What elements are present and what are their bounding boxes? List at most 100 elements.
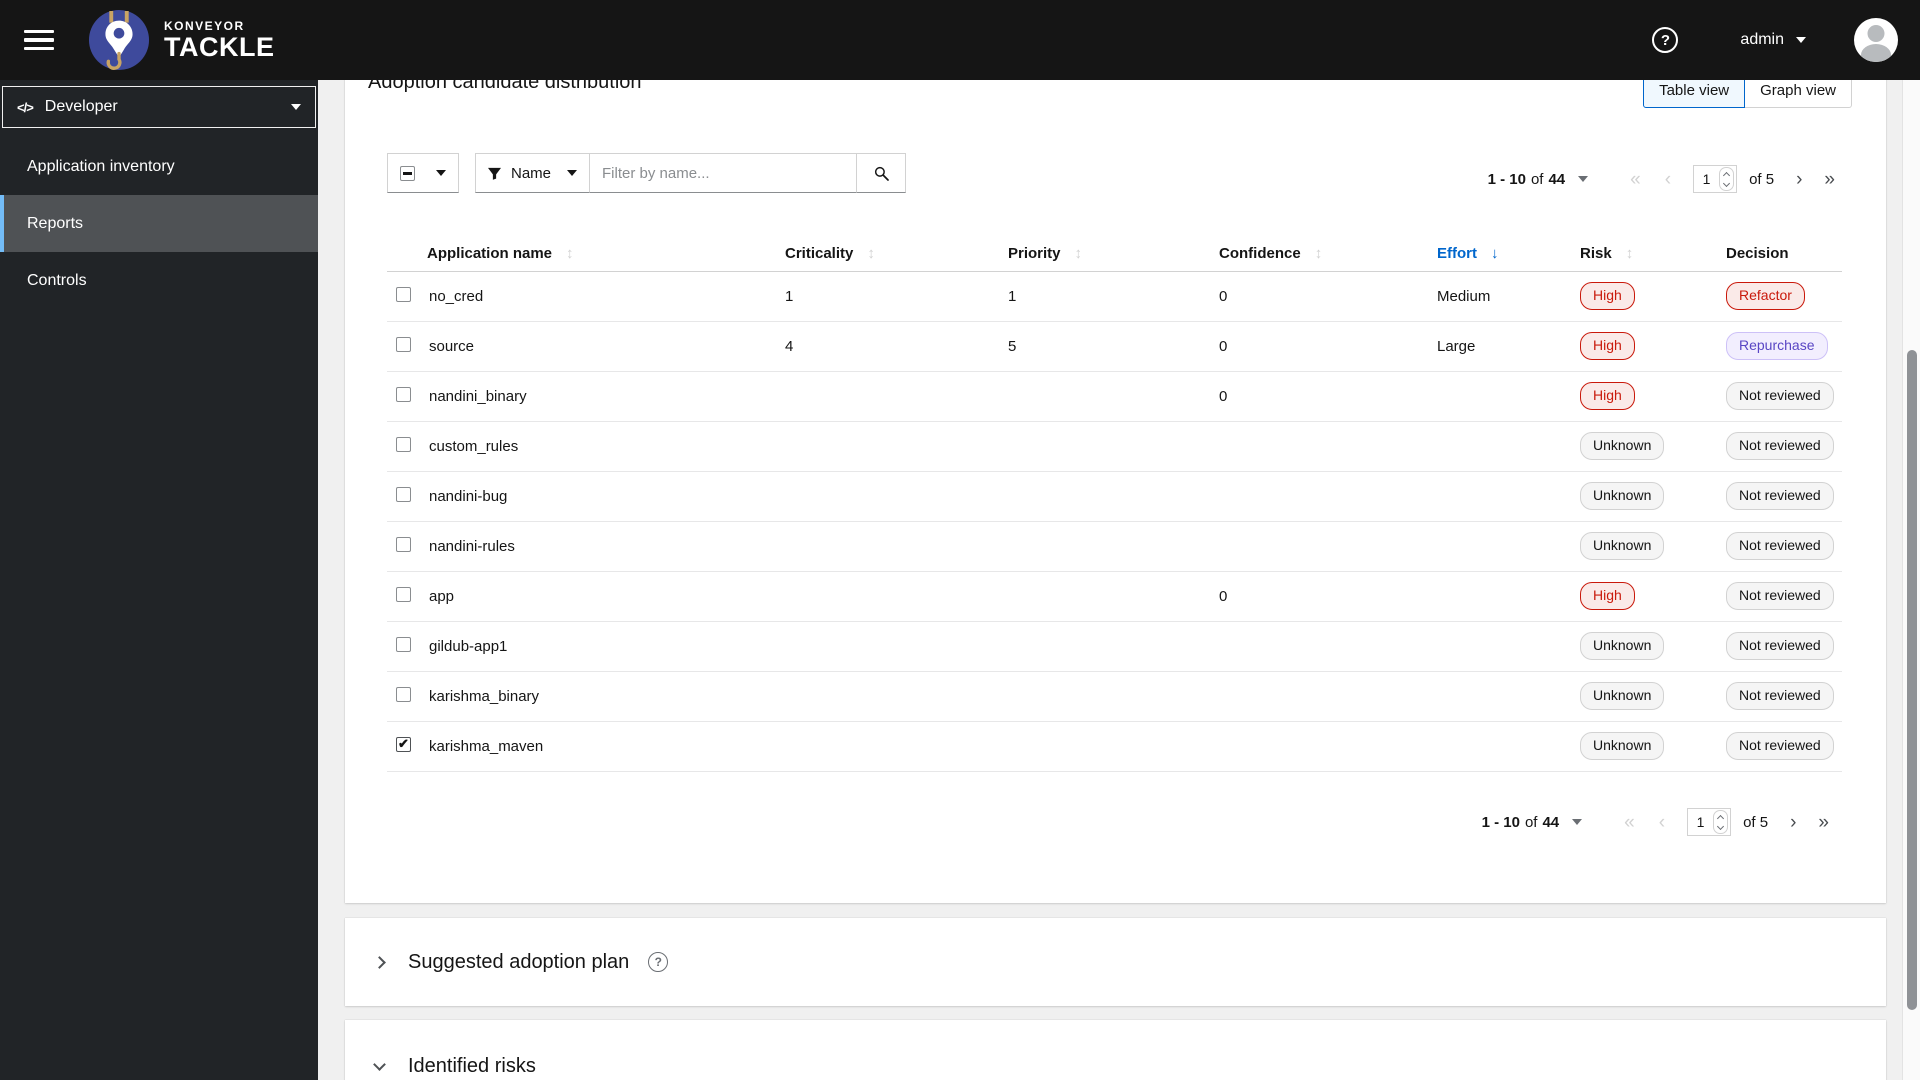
table-row: karishma_maven Unknown Not reviewed	[387, 721, 1842, 772]
table-header-row: Application name ↕ Criticality ↕ Priority ↕ Co…	[387, 237, 1842, 272]
chevron-down-icon[interactable]	[373, 1057, 386, 1071]
cell-effort	[1433, 421, 1576, 472]
row-checkbox[interactable]	[396, 386, 411, 402]
pagination-of-word: of	[1524, 813, 1538, 831]
risk-cell: High	[1576, 571, 1722, 622]
column-header-criticality[interactable]: Criticality ↕	[781, 237, 1004, 272]
first-page-button[interactable]: «	[1624, 813, 1635, 832]
row-checkbox[interactable]	[396, 436, 411, 452]
header-checkbox-cell	[387, 237, 423, 272]
decision-badge: Not reviewed	[1726, 632, 1834, 660]
pagination-range: 1 - 10	[1487, 170, 1526, 188]
next-page-button[interactable]: ›	[1790, 813, 1796, 832]
brand-top-text: KONVEYOR	[164, 18, 245, 33]
page-number-input[interactable]: 1	[1693, 165, 1738, 193]
pagination-range-menu[interactable]: 1 - 10 of 44	[1488, 171, 1589, 188]
sort-icon[interactable]: ↕	[1626, 245, 1634, 262]
sort-icon[interactable]: ↕	[566, 245, 574, 262]
user-menu-dropdown[interactable]: admin	[1740, 31, 1806, 49]
risk-badge: Unknown	[1580, 682, 1665, 710]
cell-effort	[1433, 571, 1576, 622]
cell-confidence	[1215, 671, 1433, 722]
chevron-down-icon	[436, 170, 446, 176]
column-header-application-name[interactable]: Application name ↕	[423, 237, 781, 272]
sort-icon[interactable]: ↕	[867, 245, 875, 262]
first-page-button[interactable]: «	[1630, 170, 1641, 189]
bulk-select-checkbox[interactable]	[400, 165, 415, 181]
column-header-priority[interactable]: Priority ↕	[1004, 237, 1215, 272]
cell-criticality	[781, 721, 1004, 772]
previous-page-button[interactable]: ‹	[1665, 170, 1671, 189]
row-checkbox[interactable]	[396, 286, 411, 302]
sort-icon[interactable]: ↕	[1315, 245, 1323, 262]
risk-cell: Unknown	[1576, 421, 1722, 472]
cell-application-name: gildub-app1	[423, 621, 781, 672]
sort-icon[interactable]: ↕	[1075, 245, 1083, 262]
table-row: source 4 5 0 Large High Repurchase	[387, 321, 1842, 372]
sort-desc-icon[interactable]: ↓	[1491, 245, 1499, 262]
cell-criticality	[781, 421, 1004, 472]
row-checkbox[interactable]	[396, 736, 411, 752]
row-checkbox[interactable]	[396, 336, 411, 352]
column-header-effort[interactable]: Effort ↓	[1433, 237, 1576, 272]
decision-badge: Not reviewed	[1726, 432, 1834, 460]
column-header-decision: Decision	[1722, 237, 1842, 272]
search-button[interactable]	[857, 153, 907, 193]
help-icon[interactable]: ?	[1652, 27, 1679, 53]
table-row: karishma_binary Unknown Not reviewed	[387, 671, 1842, 722]
main-content: Adoption candidate distribution Table vi…	[318, 0, 1920, 1080]
row-checkbox[interactable]	[396, 586, 411, 602]
last-page-button[interactable]: »	[1824, 170, 1835, 189]
row-checkbox[interactable]	[396, 486, 411, 502]
cell-priority	[1004, 721, 1215, 772]
risk-badge: Unknown	[1580, 482, 1665, 510]
pagination-total: 44	[1548, 170, 1566, 188]
row-checkbox[interactable]	[396, 536, 411, 552]
konveyor-logo-icon	[88, 9, 150, 71]
avatar[interactable]	[1854, 18, 1898, 62]
help-icon[interactable]: ?	[648, 952, 669, 972]
nav-toggle-hamburger-icon[interactable]	[24, 25, 54, 56]
bulk-select-dropdown[interactable]	[387, 153, 459, 193]
chevron-right-icon[interactable]	[373, 955, 386, 969]
risk-badge: Unknown	[1580, 432, 1665, 460]
sidebar: </> Developer Application inventory Repor…	[0, 80, 318, 1080]
decision-badge: Not reviewed	[1726, 382, 1834, 410]
scrollbar-track[interactable]	[1902, 80, 1920, 1080]
decision-cell: Not reviewed	[1722, 371, 1842, 422]
page-number-input[interactable]: 1	[1687, 808, 1732, 836]
cell-application-name: app	[423, 571, 781, 622]
column-header-risk[interactable]: Risk ↕	[1576, 237, 1722, 272]
last-page-button[interactable]: »	[1818, 813, 1829, 832]
perspective-selector[interactable]: </> Developer	[2, 86, 316, 128]
pagination-top: 1 - 10 of 44 « ‹ 1 of 5 › »	[1488, 165, 1835, 193]
sidebar-item-application-inventory[interactable]: Application inventory	[0, 138, 318, 195]
page-spinner[interactable]	[1719, 167, 1735, 191]
row-checkbox[interactable]	[396, 636, 411, 652]
cell-priority	[1004, 621, 1215, 672]
pagination-range-menu[interactable]: 1 - 10 of 44	[1482, 814, 1583, 831]
risk-cell: High	[1576, 371, 1722, 422]
cell-priority	[1004, 421, 1215, 472]
filter-category-dropdown[interactable]: Name	[475, 153, 591, 193]
pagination-bottom: 1 - 10 of 44 « ‹ 1 of 5 › »	[1482, 808, 1829, 836]
cell-application-name: no_cred	[423, 271, 781, 322]
table-row: gildub-app1 Unknown Not reviewed	[387, 621, 1842, 672]
sidebar-item-reports[interactable]: Reports	[0, 195, 318, 252]
row-checkbox[interactable]	[396, 686, 411, 702]
total-pages-label: of 5	[1743, 813, 1769, 831]
filter-by-name-input[interactable]	[590, 153, 858, 193]
previous-page-button[interactable]: ‹	[1659, 813, 1665, 832]
checkbox-cell	[387, 421, 423, 472]
chevron-down-icon	[1572, 819, 1583, 825]
decision-cell: Not reviewed	[1722, 421, 1842, 472]
sidebar-item-controls[interactable]: Controls	[0, 252, 318, 309]
column-header-confidence[interactable]: Confidence ↕	[1215, 237, 1433, 272]
applications-table: Application name ↕ Criticality ↕ Priority ↕ Co…	[387, 237, 1842, 772]
scrollbar-thumb[interactable]	[1907, 350, 1917, 1010]
page-spinner[interactable]	[1713, 810, 1729, 834]
decision-badge: Not reviewed	[1726, 582, 1834, 610]
cell-criticality	[781, 621, 1004, 672]
section-title: Identified risks	[408, 1054, 536, 1077]
next-page-button[interactable]: ›	[1796, 170, 1802, 189]
